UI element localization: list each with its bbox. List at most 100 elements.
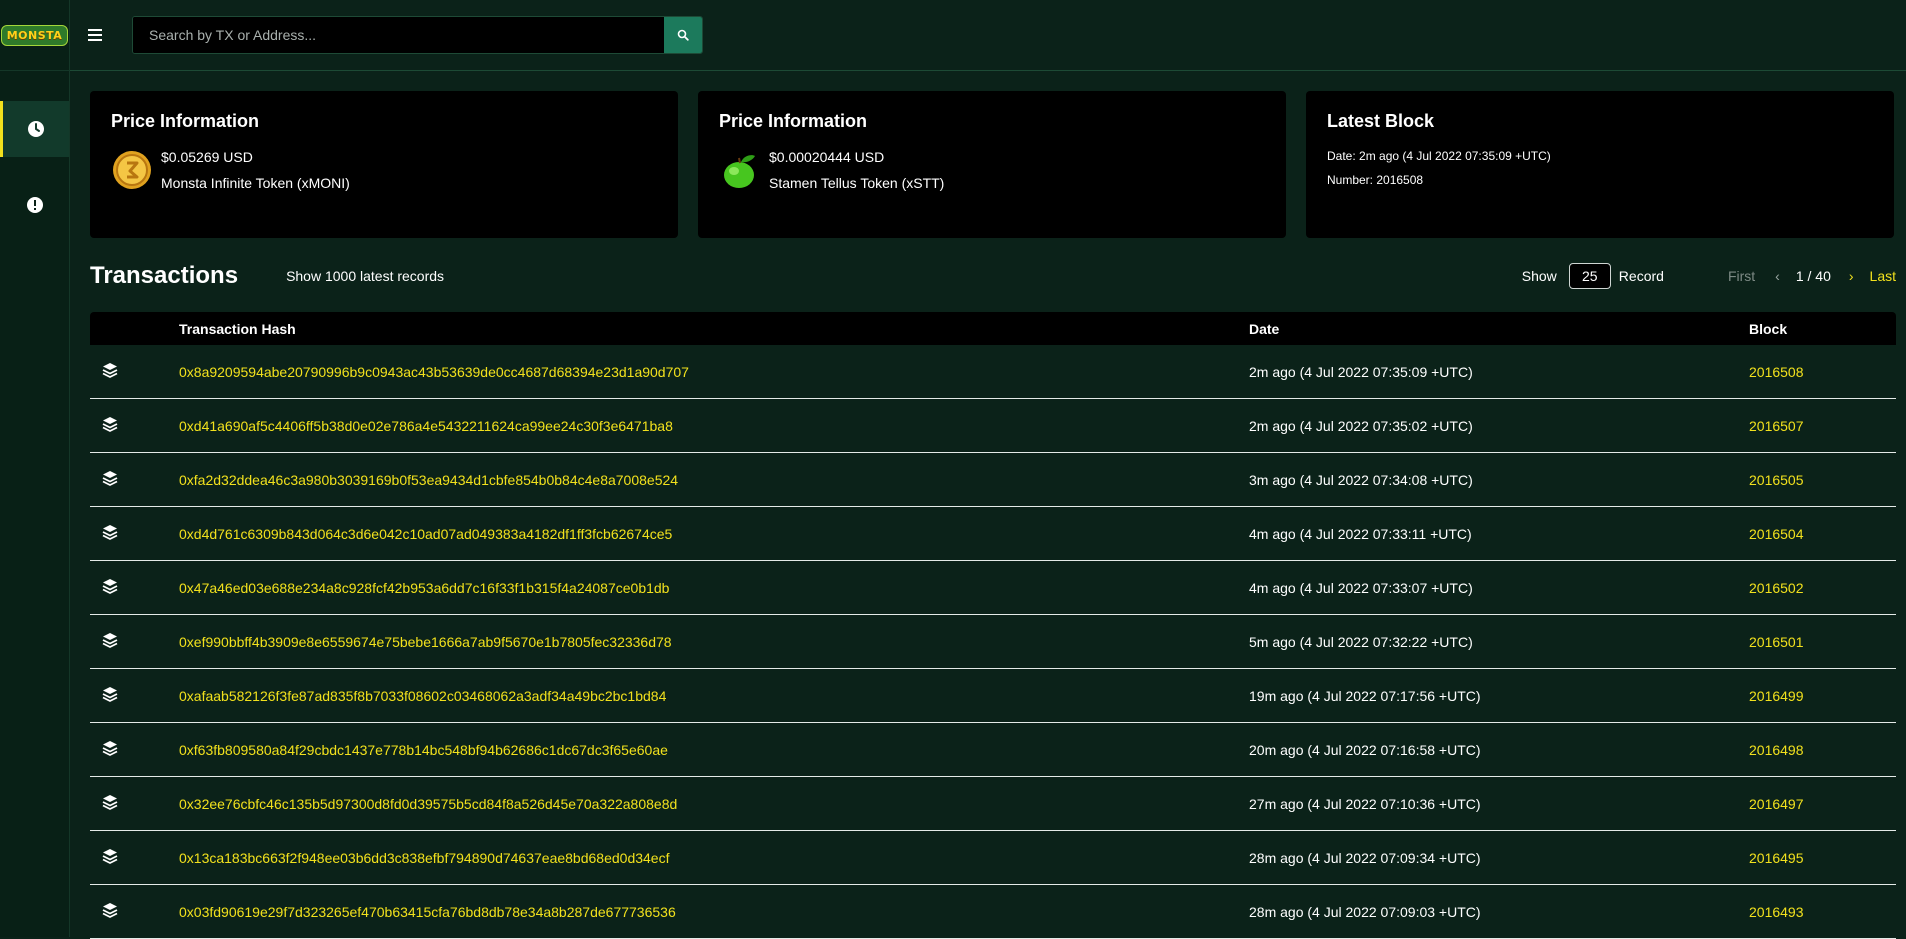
transaction-date: 5m ago (4 Jul 2022 07:32:22 +UTC) (1249, 633, 1473, 650)
block-number-link[interactable]: 2016502 (1749, 580, 1804, 596)
sidebar-item-alerts[interactable] (0, 177, 69, 233)
transaction-date: 27m ago (4 Jul 2022 07:10:36 +UTC) (1249, 795, 1481, 812)
layers-icon (90, 524, 179, 543)
search-icon (677, 29, 689, 41)
layers-icon (90, 686, 179, 705)
block-number-link[interactable]: 2016507 (1749, 418, 1804, 434)
transaction-date: 28m ago (4 Jul 2022 07:09:03 +UTC) (1249, 903, 1481, 920)
block-number-link[interactable]: 2016505 (1749, 472, 1804, 488)
transaction-date: 28m ago (4 Jul 2022 07:09:34 +UTC) (1249, 849, 1481, 866)
transaction-hash-link[interactable]: 0x32ee76cbfc46c135b5d97300d8fd0d39575b5c… (179, 796, 677, 812)
transaction-hash-link[interactable]: 0xd4d761c6309b843d064c3d6e042c10ad07ad04… (179, 526, 672, 542)
first-page-button[interactable]: First (1728, 268, 1755, 284)
card-title: Latest Block (1327, 111, 1435, 131)
transaction-hash-link[interactable]: 0x03fd90619e29f7d323265ef470b63415cfa76b… (179, 904, 676, 920)
layers-icon (90, 578, 179, 597)
column-header-date: Date (1249, 320, 1280, 337)
record-count-input[interactable] (1568, 263, 1611, 289)
transaction-hash-link[interactable]: 0xf63fb809580a84f29cbdc1437e778b14bc548b… (179, 742, 668, 758)
token-price: $0.00020444 USD (769, 149, 885, 165)
transaction-date: 4m ago (4 Jul 2022 07:33:07 +UTC) (1249, 579, 1473, 596)
layers-icon (90, 848, 179, 867)
alert-icon (26, 197, 43, 213)
table-row: 0xd4d761c6309b843d064c3d6e042c10ad07ad04… (90, 507, 1896, 561)
transactions-table: Transaction Hash Date Block 0x8a9209594a… (90, 312, 1896, 939)
layers-icon (90, 740, 179, 759)
card-title: Price Information (719, 111, 868, 131)
table-row: 0x8a9209594abe20790996b9c0943ac43b53639d… (90, 345, 1896, 399)
transaction-date: 20m ago (4 Jul 2022 07:16:58 +UTC) (1249, 741, 1481, 758)
fruit-icon (724, 155, 755, 188)
transaction-date: 4m ago (4 Jul 2022 07:33:11 +UTC) (1249, 525, 1472, 542)
search-input[interactable] (133, 17, 664, 53)
record-label: Record (1618, 268, 1664, 284)
table-row: 0x03fd90619e29f7d323265ef470b63415cfa76b… (90, 885, 1896, 939)
latest-block-card: Latest Block Date: 2m ago (4 Jul 2022 07… (1306, 91, 1894, 238)
records-note: Show 1000 latest records (286, 268, 445, 284)
transaction-hash-link[interactable]: 0xafaab582126f3fe87ad835f8b7033f08602c03… (179, 688, 666, 704)
show-label: Show (1521, 268, 1557, 284)
table-row: 0xafaab582126f3fe87ad835f8b7033f08602c03… (90, 669, 1896, 723)
transaction-date: 3m ago (4 Jul 2022 07:34:08 +UTC) (1249, 471, 1473, 488)
table-row: 0x32ee76cbfc46c135b5d97300d8fd0d39575b5c… (90, 777, 1896, 831)
block-number-link[interactable]: 2016495 (1749, 850, 1804, 866)
sidebar: MONSTA (0, 0, 70, 937)
table-row: 0xf63fb809580a84f29cbdc1437e778b14bc548b… (90, 723, 1896, 777)
search-bar (132, 16, 703, 54)
transaction-hash-link[interactable]: 0xef990bbff4b3909e8e6559674e75bebe1666a7… (179, 634, 672, 650)
transaction-hash-link[interactable]: 0xd41a690af5c4406ff5b38d0e02e786a4e54322… (179, 418, 673, 434)
transaction-date: 2m ago (4 Jul 2022 07:35:02 +UTC) (1249, 417, 1473, 434)
layers-icon (90, 632, 179, 651)
column-header-block: Block (1749, 320, 1788, 337)
price-card-xmoni: Price Information $0.05269 USD Monsta In… (90, 91, 678, 238)
layers-icon (90, 470, 179, 489)
layers-icon (90, 362, 179, 381)
logo[interactable]: MONSTA (0, 0, 69, 71)
transaction-hash-link[interactable]: 0xfa2d32ddea46c3a980b3039169b0f53ea9434d… (179, 472, 678, 488)
block-number-link[interactable]: 2016498 (1749, 742, 1804, 758)
block-number-link[interactable]: 2016497 (1749, 796, 1804, 812)
page-position: 1 / 40 (1795, 268, 1831, 284)
menu-icon[interactable] (88, 25, 110, 45)
layers-icon (90, 416, 179, 435)
transaction-hash-link[interactable]: 0x13ca183bc663f2f948ee03b6dd3c838efbf794… (179, 850, 669, 866)
column-header-hash: Transaction Hash (179, 320, 296, 337)
table-row: 0x47a46ed03e688e234a8c928fcf42b953a6dd7c… (90, 561, 1896, 615)
next-page-icon[interactable]: › (1849, 268, 1854, 284)
table-row: 0xef990bbff4b3909e8e6559674e75bebe1666a7… (90, 615, 1896, 669)
prev-page-icon[interactable]: ‹ (1775, 268, 1780, 284)
top-bar (70, 0, 1906, 71)
transaction-hash-link[interactable]: 0x8a9209594abe20790996b9c0943ac43b53639d… (179, 364, 689, 380)
layers-icon (90, 902, 179, 921)
card-title: Price Information (111, 111, 260, 131)
token-name: Stamen Tellus Token (xSTT) (769, 175, 945, 191)
block-number-link[interactable]: 2016499 (1749, 688, 1804, 704)
latest-block-number: Number: 2016508 (1327, 173, 1424, 187)
clock-icon (28, 121, 44, 137)
transactions-header: Transactions Show 1000 latest records Sh… (90, 256, 1896, 296)
block-number-link[interactable]: 2016508 (1749, 364, 1804, 380)
transaction-date: 2m ago (4 Jul 2022 07:35:09 +UTC) (1249, 363, 1473, 380)
layers-icon (90, 794, 179, 813)
pagination: Show Record First ‹ 1 / 40 › Last (1522, 263, 1896, 289)
sidebar-item-transactions[interactable] (0, 101, 69, 157)
table-row: 0x13ca183bc663f2f948ee03b6dd3c838efbf794… (90, 831, 1896, 885)
table-body: 0x8a9209594abe20790996b9c0943ac43b53639d… (90, 345, 1896, 939)
search-button[interactable] (664, 17, 702, 53)
block-number-link[interactable]: 2016493 (1749, 904, 1804, 920)
block-number-link[interactable]: 2016504 (1749, 526, 1804, 542)
latest-block-date: Date: 2m ago (4 Jul 2022 07:35:09 +UTC) (1327, 149, 1551, 163)
token-name: Monsta Infinite Token (xMONI) (161, 175, 350, 191)
page-title: Transactions (90, 262, 239, 289)
price-card-xstt: Price Information $0.00020444 USD Stamen… (698, 91, 1286, 238)
logo-text: MONSTA (0, 24, 69, 46)
coin-icon (113, 151, 151, 189)
last-page-button[interactable]: Last (1870, 268, 1896, 284)
transaction-date: 19m ago (4 Jul 2022 07:17:56 +UTC) (1249, 687, 1481, 704)
token-price: $0.05269 USD (161, 149, 253, 165)
table-row: 0xd41a690af5c4406ff5b38d0e02e786a4e54322… (90, 399, 1896, 453)
transaction-hash-link[interactable]: 0x47a46ed03e688e234a8c928fcf42b953a6dd7c… (179, 580, 669, 596)
block-number-link[interactable]: 2016501 (1749, 634, 1804, 650)
table-row: 0xfa2d32ddea46c3a980b3039169b0f53ea9434d… (90, 453, 1896, 507)
table-header: Transaction Hash Date Block (90, 312, 1896, 345)
